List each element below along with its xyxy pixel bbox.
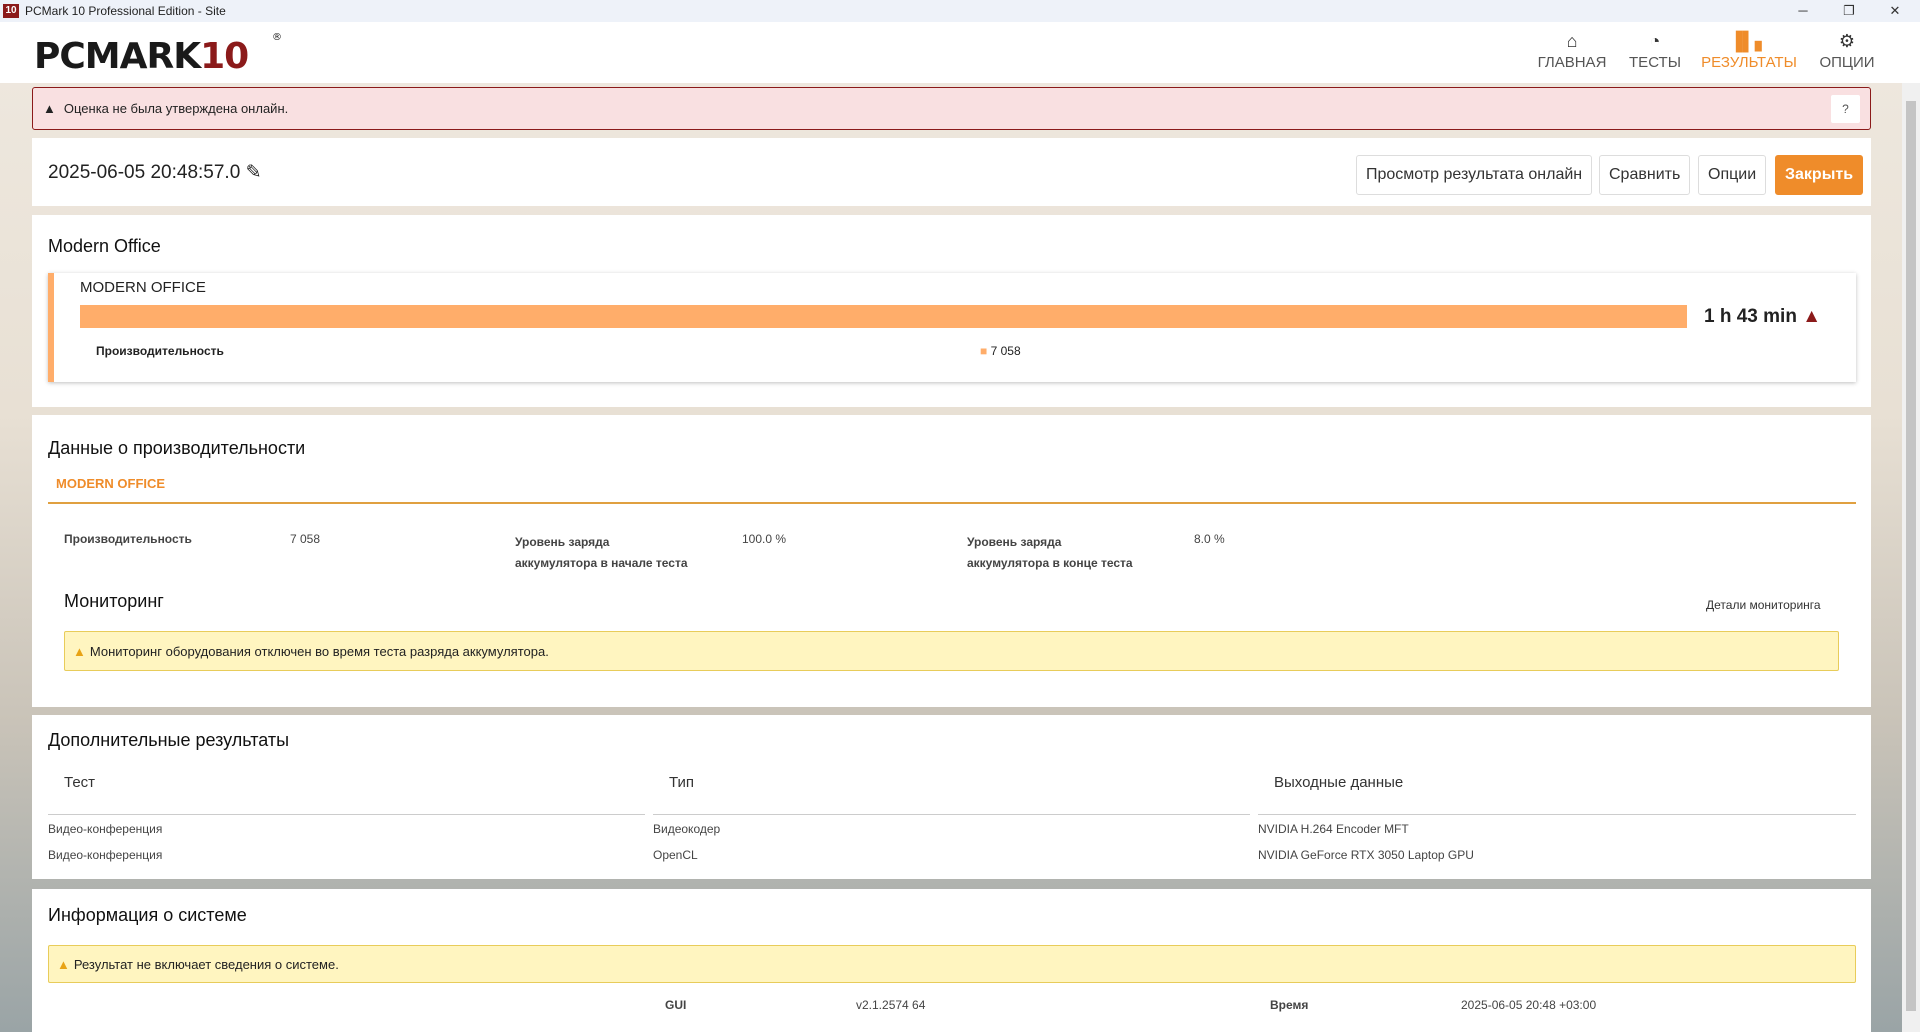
column-header: Тест [64, 774, 96, 791]
perf-value: 8.0 % [1194, 532, 1225, 546]
close-button[interactable]: Закрыть [1775, 155, 1864, 195]
additional-results-panel [32, 715, 1871, 879]
nav-label: ОПЦИИ [1819, 54, 1875, 71]
gauge-icon: ◔ [1649, 31, 1661, 51]
nav-results[interactable]: ▐▌▖ РЕЗУЛЬТАТЫ [1701, 28, 1797, 71]
warning-icon: ▲ [43, 101, 56, 116]
perf-label: Уровень заряда аккумулятора в начале тест… [515, 535, 688, 570]
monitoring-warning: ▲ Мониторинг оборудования отключен во вре… [64, 631, 1839, 671]
perf-label: Уровень заряда аккумулятора в конце теста [967, 535, 1133, 570]
perf-label: Производительность [64, 532, 192, 546]
section-title: Дополнительные результаты [48, 730, 290, 750]
info-label: GUI [665, 998, 687, 1012]
table-cell: Видео-конференция [48, 822, 163, 836]
home-icon: ⌂ [1566, 31, 1578, 51]
tab-modern-office[interactable]: MODERN OFFICE [56, 476, 165, 491]
score-bar-fill [80, 305, 1687, 328]
sub-score-label: Производительность [96, 344, 224, 358]
table-cell: Видеокодер [653, 822, 721, 836]
table-cell: NVIDIA GeForce RTX 3050 Laptop GPU [1258, 848, 1474, 862]
nav-options[interactable]: ⚙ ОПЦИИ [1819, 28, 1874, 71]
section-title: Данные о производительности [48, 438, 306, 458]
perf-value: 7 058 [290, 532, 321, 546]
divider [653, 814, 1250, 815]
warning-icon: ▲ [57, 956, 70, 972]
scrollbar-thumb[interactable] [1906, 101, 1916, 1011]
validation-alert: ▲ Оценка не была утверждена онлайн. ? [32, 87, 1871, 130]
system-warning: ▲ Результат не включает сведения о систем… [48, 945, 1856, 983]
bar-chart-icon: ▐▌▖ [1729, 31, 1769, 51]
warning-icon: ▲ [1802, 306, 1822, 327]
info-value: 2025-06-05 20:48 +03:00 [1461, 998, 1597, 1012]
divider [48, 814, 645, 815]
score-bar-track [80, 305, 1687, 328]
table-cell: OpenCL [653, 848, 698, 862]
alert-text: Оценка не была утверждена онлайн. [63, 101, 289, 116]
nav-label: ГЛАВНАЯ [1537, 54, 1607, 71]
score-card: MODERN OFFICE 1 h 43 min ▲ Производитель… [48, 273, 1856, 382]
column-header: Тип [669, 774, 695, 791]
window-title: PCMark 10 Professional Edition - Site [25, 4, 226, 18]
table-cell: Видео-конференция [48, 848, 163, 862]
divider [1258, 814, 1856, 815]
info-label: Время [1270, 998, 1309, 1012]
help-button[interactable]: ? [1831, 95, 1860, 123]
pcmark-logo: PCMARK10 ® [34, 32, 282, 77]
nav-home[interactable]: ⌂ ГЛАВНАЯ [1538, 28, 1607, 71]
nav-label: РЕЗУЛЬТАТЫ [1701, 54, 1797, 71]
sub-score-value: ■ 7 058 [980, 344, 1021, 358]
tab-underline [48, 502, 1856, 504]
score-value: 1 h 43 min ▲ [1704, 306, 1822, 327]
table-cell: NVIDIA H.264 Encoder MFT [1258, 822, 1409, 836]
minimize-button[interactable]: ─ [1780, 0, 1826, 22]
title-bar: 10 PCMark 10 Professional Edition - Site… [0, 0, 1920, 22]
result-header-panel [32, 138, 1871, 206]
perf-value: 100.0 % [742, 532, 787, 546]
close-window-button[interactable]: ✕ [1872, 0, 1918, 22]
edit-icon[interactable]: ✎ [246, 162, 262, 183]
nav-label: ТЕСТЫ [1629, 54, 1681, 71]
section-title: Информация о системе [48, 905, 247, 925]
view-online-button[interactable]: Просмотр результата онлайн [1356, 155, 1593, 195]
compare-button[interactable]: Сравнить [1599, 155, 1691, 195]
monitoring-title: Мониторинг [64, 591, 164, 611]
card-title: MODERN OFFICE [80, 279, 206, 296]
column-header: Выходные данные [1274, 774, 1404, 791]
vertical-scrollbar[interactable] [1902, 83, 1920, 1032]
info-value: v2.1.2574 64 [856, 998, 926, 1012]
section-title: Modern Office [48, 236, 161, 256]
options-button[interactable]: Опции [1698, 155, 1767, 195]
nav-tests[interactable]: ◔ ТЕСТЫ [1629, 28, 1681, 71]
monitoring-details-link[interactable]: Детали мониторинга [1706, 598, 1821, 612]
result-date: 2025-06-05 20:48:57.0 ✎ [48, 162, 262, 183]
warning-icon: ▲ [73, 643, 86, 659]
gear-icon: ⚙ [1838, 31, 1856, 51]
app-icon: 10 [3, 4, 19, 18]
maximize-button[interactable]: ❐ [1826, 0, 1872, 22]
